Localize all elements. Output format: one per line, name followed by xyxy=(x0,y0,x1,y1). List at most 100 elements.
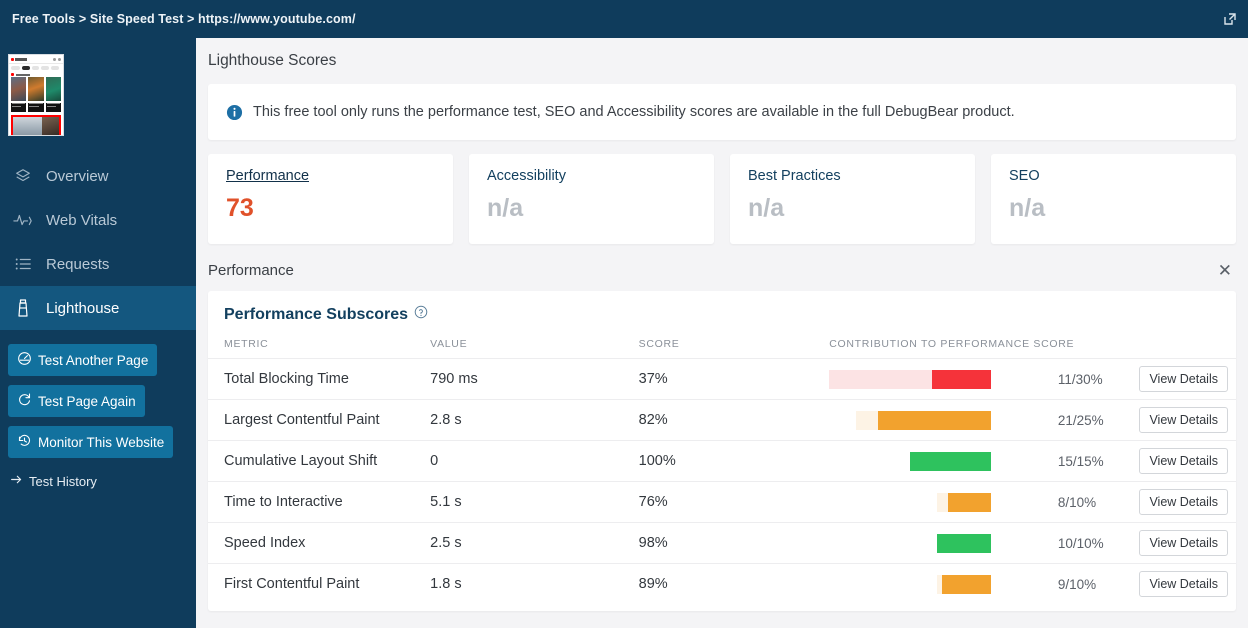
thumb-video-card xyxy=(11,77,27,112)
view-details-button[interactable]: View Details xyxy=(1139,571,1228,598)
bar-fill xyxy=(937,533,992,553)
contribution-bar xyxy=(829,451,992,471)
view-details-button[interactable]: View Details xyxy=(1139,407,1228,433)
view-details-button[interactable]: View Details xyxy=(1139,489,1228,515)
contribution-bar xyxy=(829,574,992,594)
metric-value: 790 ms xyxy=(430,358,639,400)
arrow-right-icon xyxy=(10,473,23,489)
monitor-this-website-button[interactable]: Monitor This Website xyxy=(8,426,174,458)
table-row: Cumulative Layout Shift 0 100% 15/15% View D… xyxy=(208,440,1236,482)
table-row: First Contentful Paint 1.8 s 89% 9/10% View … xyxy=(208,563,1236,605)
thumb-chip-active xyxy=(22,66,30,70)
button-label: Monitor This Website xyxy=(38,434,165,450)
table-row: Speed Index 2.5 s 98% 10/10% View Details xyxy=(208,522,1236,564)
youtube-logo-icon xyxy=(11,57,14,61)
score-card-title[interactable]: Performance xyxy=(226,168,435,184)
sidebar-item-label: Requests xyxy=(46,255,110,273)
bar-fill xyxy=(878,410,992,430)
metric-value: 1.8 s xyxy=(430,563,639,605)
subscores-title-label: Performance Subscores xyxy=(224,305,409,323)
sidebar-item-overview[interactable]: Overview xyxy=(0,154,196,198)
score-card-value: 73 xyxy=(226,194,254,222)
sidebar-item-web-vitals[interactable]: Web Vitals xyxy=(0,198,196,242)
thumb-chip xyxy=(51,66,59,70)
top-bar: Free Tools > Site Speed Test > https://w… xyxy=(0,0,1248,38)
help-circle-icon[interactable] xyxy=(414,305,428,324)
contribution-label: 8/10% xyxy=(1057,481,1140,523)
row-actions: View Details xyxy=(1139,358,1236,400)
subscores-card: Performance Subscores METRIC VALUE SCORE… xyxy=(208,291,1236,611)
sidebar-item-label: Web Vitals xyxy=(46,211,118,229)
thumb-section-dot-icon xyxy=(11,73,14,76)
contribution-bar-cell xyxy=(829,522,1058,564)
view-details-button[interactable]: View Details xyxy=(1139,448,1228,474)
thumbnail-wrap xyxy=(0,38,196,136)
subscores-table: METRIC VALUE SCORE CONTRIBUTION TO PERFO… xyxy=(208,338,1236,605)
thumb-chip-row xyxy=(9,64,63,72)
close-icon[interactable]: ✕ xyxy=(1214,260,1236,281)
metric-score: 89% xyxy=(638,563,830,605)
col-metric: METRIC xyxy=(224,338,269,350)
notice-text: This free tool only runs the performance… xyxy=(253,104,1015,120)
metric-name: Largest Contentful Paint xyxy=(208,399,431,441)
score-card-title: Best Practices xyxy=(748,168,841,184)
lighthouse-icon xyxy=(12,297,34,319)
row-actions: View Details xyxy=(1139,440,1236,482)
info-icon xyxy=(226,104,243,121)
gauge-icon xyxy=(17,351,32,369)
youtube-page-thumbnail[interactable] xyxy=(8,54,64,136)
thumb-video-card xyxy=(45,77,61,112)
sidebar-item-lighthouse[interactable]: Lighthouse xyxy=(0,286,196,330)
col-score: SCORE xyxy=(638,338,680,350)
test-page-again-button[interactable]: Test Page Again xyxy=(8,385,145,417)
score-card-value: n/a xyxy=(487,194,524,222)
test-another-page-button[interactable]: Test Another Page xyxy=(8,344,158,376)
thumb-meta-line xyxy=(46,105,56,107)
contribution-label: 10/10% xyxy=(1057,522,1140,564)
thumb-search-icon xyxy=(53,57,56,61)
metric-score: 98% xyxy=(638,522,830,564)
thumb-video-meta xyxy=(11,102,27,112)
test-history-label: Test History xyxy=(29,473,97,489)
contribution-bar-cell xyxy=(829,399,1058,441)
bar-fill xyxy=(942,574,992,594)
table-row: Time to Interactive 5.1 s 76% 8/10% View Det… xyxy=(208,481,1236,523)
col-value: VALUE xyxy=(430,338,468,350)
contribution-label: 15/15% xyxy=(1057,440,1140,482)
list-icon xyxy=(12,253,34,275)
view-details-button[interactable]: View Details xyxy=(1139,366,1228,392)
contribution-bar-cell xyxy=(829,481,1058,523)
breadcrumb[interactable]: Free Tools > Site Speed Test > https://w… xyxy=(0,12,356,26)
thumb-video-image xyxy=(11,77,27,101)
table-row: Total Blocking Time 790 ms 37% 11/30% View D… xyxy=(208,358,1236,400)
notice-banner: This free tool only runs the performance… xyxy=(208,84,1236,140)
thumb-video-meta xyxy=(28,102,44,112)
external-link-icon[interactable] xyxy=(1220,9,1240,29)
sidebar: Overview Web Vitals Requests Lighthouse … xyxy=(0,38,196,628)
score-card-title: SEO xyxy=(1009,168,1040,184)
subscores-title: Performance Subscores xyxy=(208,305,1236,324)
view-details-button[interactable]: View Details xyxy=(1139,530,1228,556)
thumb-logo-text xyxy=(15,57,27,61)
row-actions: View Details xyxy=(1139,399,1236,441)
thumb-meta-line xyxy=(29,102,43,104)
col-contribution: CONTRIBUTION TO PERFORMANCE SCORE xyxy=(829,338,1075,350)
score-card-value: n/a xyxy=(1009,194,1046,222)
pulse-icon xyxy=(12,209,34,231)
refresh-icon xyxy=(17,392,32,410)
metric-value: 2.5 s xyxy=(430,522,639,564)
bar-fill xyxy=(910,451,992,471)
score-card-value: n/a xyxy=(748,194,785,222)
test-history-link[interactable]: Test History xyxy=(8,467,196,489)
performance-section-title: Performance xyxy=(208,262,294,279)
score-card-accessibility: Accessibility n/a xyxy=(469,154,714,244)
contribution-bar xyxy=(829,492,992,512)
thumb-header-icons xyxy=(53,57,61,61)
metric-score: 37% xyxy=(638,358,830,400)
thumb-avatar-icon xyxy=(58,57,61,61)
row-actions: View Details xyxy=(1139,481,1236,523)
sidebar-item-requests[interactable]: Requests xyxy=(0,242,196,286)
table-head: METRIC VALUE SCORE CONTRIBUTION TO PERFO… xyxy=(208,338,1236,359)
metric-name: Total Blocking Time xyxy=(208,358,431,400)
contribution-label: 11/30% xyxy=(1057,358,1140,400)
